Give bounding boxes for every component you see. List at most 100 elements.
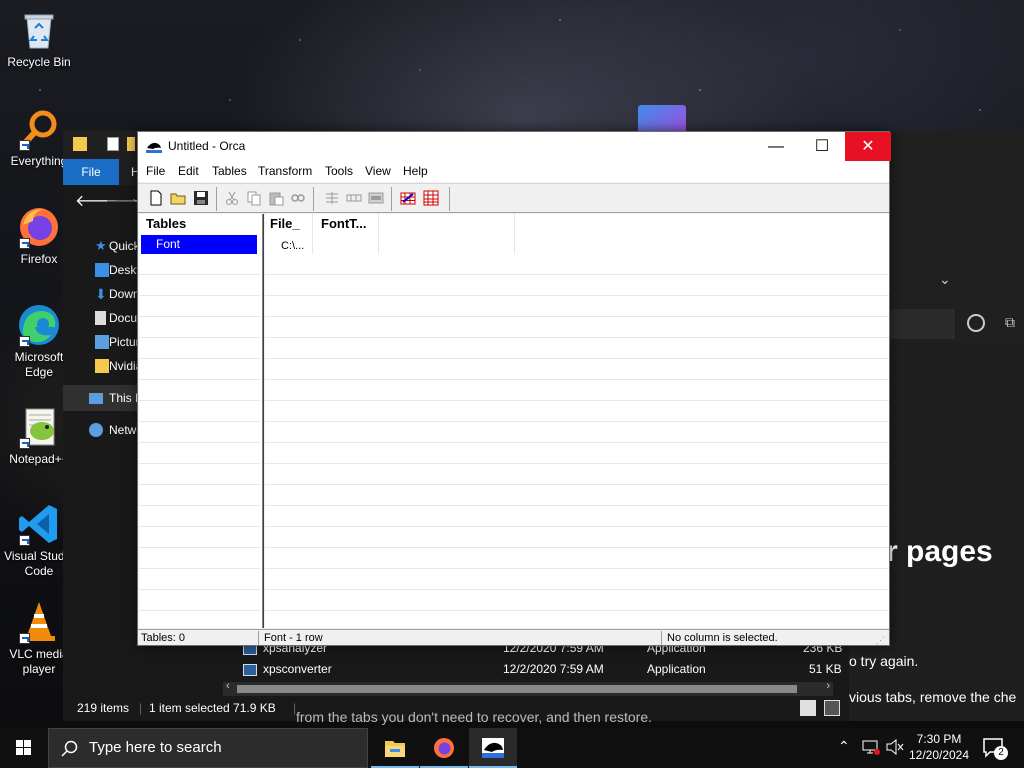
desktop-icon-label: VLC media player [9, 647, 69, 676]
properties-icon [107, 137, 119, 151]
file-tab[interactable]: File [63, 159, 119, 185]
save-icon[interactable] [193, 190, 209, 206]
pictures-icon [95, 335, 109, 349]
menu-bar: File Edit Tables Transform Tools View He… [138, 161, 889, 182]
window-title: Untitled - Orca [168, 139, 246, 153]
add-row-icon[interactable] [346, 190, 362, 206]
page-text-fragment: o try again. [849, 653, 919, 669]
desktop-icon-label: Firefox [20, 252, 58, 266]
add-column-icon[interactable] [324, 190, 340, 206]
paste-icon[interactable] [268, 190, 284, 206]
status-tables-count: Tables: 0 [141, 632, 186, 644]
application-icon [243, 664, 257, 676]
search-icon [61, 740, 78, 757]
orca-app-icon [482, 738, 504, 758]
menu-tables[interactable]: Tables [212, 161, 247, 182]
desktop-folder-icon [95, 263, 109, 277]
recycle-bin-icon [17, 8, 61, 52]
table-list-item-font[interactable]: Font [141, 235, 257, 254]
page-text-fragment: from the tabs you don't need to recover,… [296, 709, 653, 725]
scroll-right-icon[interactable]: › [826, 680, 830, 692]
column-header-fonttitle[interactable]: FontT... [321, 216, 367, 231]
shortcut-arrow-icon [19, 140, 30, 151]
orca-app-icon [146, 139, 162, 153]
properties-icon[interactable] [368, 190, 384, 206]
extensions-icon[interactable]: ⧉ [1005, 314, 1015, 331]
shortcut-arrow-icon [19, 238, 30, 249]
desktop-icon-recycle-bin[interactable]: Recycle Bin [2, 8, 76, 70]
clock-date: 12/20/2024 [908, 748, 970, 762]
new-file-icon[interactable] [148, 190, 164, 206]
scroll-left-icon[interactable]: ‹ [226, 680, 230, 692]
menu-help[interactable]: Help [403, 161, 428, 182]
tables-list-pane: Tables Font [139, 214, 261, 628]
merge-module-icon[interactable] [423, 190, 439, 206]
column-header-file[interactable]: File_ [270, 216, 300, 231]
orca-titlebar[interactable]: Untitled - Orca — ☐ ✕ [138, 132, 891, 161]
notification-center-button[interactable]: 2 [982, 736, 1008, 760]
refresh-icon[interactable] [967, 314, 985, 332]
page-heading-fragment: r pages [886, 535, 993, 568]
status-row-count: Font - 1 row [264, 632, 323, 644]
large-icons-view-icon[interactable] [824, 700, 840, 716]
taskbar-app-firefox[interactable] [420, 728, 468, 768]
start-button[interactable] [0, 728, 48, 768]
desktop-icon-label: Microsoft Edge [14, 350, 64, 379]
windows-logo-icon [16, 740, 31, 755]
vlc-cone-icon [17, 600, 61, 644]
pane-splitter[interactable] [261, 214, 264, 628]
close-button[interactable]: ✕ [845, 132, 891, 161]
volume-muted-icon[interactable] [886, 738, 904, 758]
search-placeholder: Type here to search [89, 739, 222, 756]
minimize-button[interactable]: — [753, 132, 799, 161]
desktop-icon-label: Everything [10, 154, 68, 168]
horizontal-scrollbar[interactable]: ‹ › [223, 680, 833, 696]
download-arrow-icon: ⬇ [95, 286, 107, 302]
chevron-up-icon[interactable]: ⌃ [838, 738, 850, 755]
toolbar [138, 183, 889, 213]
notification-count-badge: 2 [994, 746, 1008, 760]
table-cell[interactable]: C:\... [281, 240, 304, 252]
taskbar-search-box[interactable]: Type here to search [48, 728, 368, 768]
star-icon: ★ [95, 238, 107, 253]
find-icon[interactable] [290, 190, 306, 206]
cut-icon[interactable] [224, 190, 240, 206]
details-view-icon[interactable] [800, 700, 816, 716]
page-text-fragment: vious tabs, remove the che [849, 689, 1017, 705]
desktop-icon-label: Notepad++ [9, 452, 69, 466]
toolbar-separator [391, 187, 392, 211]
validate-icon[interactable] [400, 190, 416, 206]
taskbar-clock[interactable]: 7:30 PM 12/20/2024 [906, 731, 972, 763]
tables-header: Tables [146, 216, 187, 231]
menu-edit[interactable]: Edit [178, 161, 199, 182]
maximize-button[interactable]: ☐ [799, 132, 845, 161]
file-row[interactable]: xpsconverter 12/2/2020 7:59 AM Applicati… [223, 659, 849, 680]
taskbar: Type here to search ⌃ 7:30 PM 12/20/2024 [0, 728, 1024, 768]
menu-transform[interactable]: Transform [258, 161, 312, 182]
notepadpp-icon [17, 405, 61, 449]
firefox-icon [434, 738, 454, 758]
network-icon [89, 423, 103, 437]
vscode-icon [17, 502, 61, 546]
copy-icon[interactable] [246, 190, 262, 206]
taskbar-app-file-explorer[interactable] [371, 728, 419, 768]
resize-grip-icon[interactable]: ⋰ [876, 632, 885, 648]
chevron-down-icon[interactable]: ⌄ [939, 271, 951, 288]
clock-time: 7:30 PM [916, 732, 962, 746]
orca-window: Untitled - Orca — ☐ ✕ File Edit Tables T… [137, 131, 891, 648]
edge-icon [17, 303, 61, 347]
shortcut-arrow-icon [19, 336, 30, 347]
menu-file[interactable]: File [146, 161, 165, 182]
network-status-icon[interactable] [862, 739, 880, 758]
document-icon [95, 311, 106, 325]
open-folder-icon[interactable] [170, 190, 186, 206]
scrollbar-thumb[interactable] [237, 685, 797, 693]
folder-icon [95, 359, 109, 373]
taskbar-app-orca[interactable] [469, 728, 517, 768]
toolbar-separator [313, 187, 314, 211]
table-data-pane: File_ FontT... C:\... [265, 214, 889, 628]
menu-tools[interactable]: Tools [325, 161, 353, 182]
firefox-icon [17, 205, 61, 249]
shortcut-arrow-icon [19, 535, 30, 546]
menu-view[interactable]: View [365, 161, 391, 182]
